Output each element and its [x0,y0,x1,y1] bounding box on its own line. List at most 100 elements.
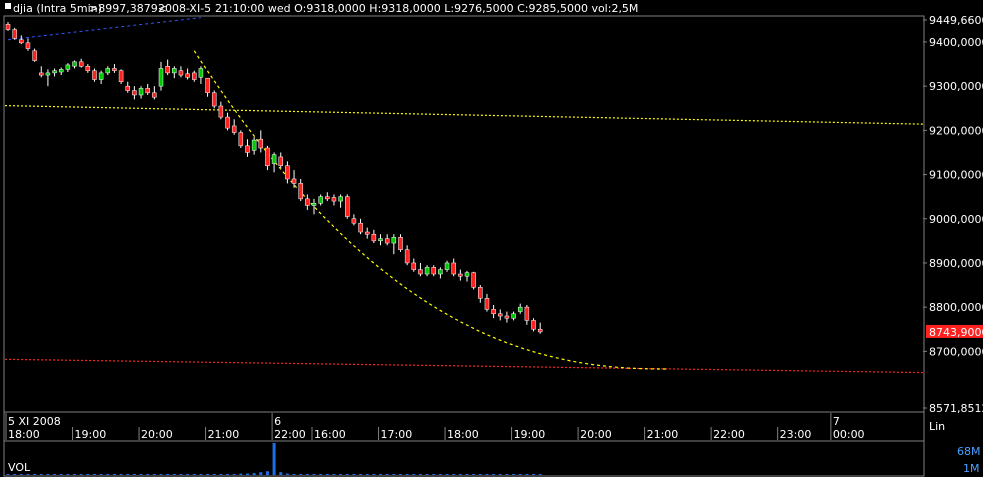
time-label: 22:00 [274,428,306,441]
volume-bar [472,474,476,475]
price-axis: 9449,6600 9400,0000 9300,0000 9200,0000 9100… [923,14,983,415]
volume-bar [152,474,156,475]
volume-bar [285,473,289,475]
volume-bar [139,474,143,475]
time-label: 17:00 [381,428,413,441]
scale-mode-label[interactable]: Lin [929,420,945,433]
volume-bar [146,474,150,475]
volume-bar [265,471,269,475]
time-label: 18:00 [8,428,40,441]
candle [32,50,37,61]
volume-bar [86,474,90,475]
candle [391,237,397,244]
candle [498,313,503,317]
volume-bar [438,474,442,475]
volume-bar [418,474,422,475]
candle [345,196,350,217]
volume-bar [518,474,522,475]
price-tick-label: 9449,6600 [929,14,983,27]
volume-bar [232,474,236,475]
volume-label: VOL [8,461,31,474]
volume-bar [359,474,363,475]
candle [118,70,124,82]
time-label: 21:00 [647,428,679,441]
volume-bar [199,474,203,475]
candle [85,66,91,71]
candle [185,73,190,78]
volume-bar [305,474,309,475]
volume-bar [259,472,263,475]
stock-chart[interactable]: djia (Intra 5min) >8997,3879< 2008-XI-5 … [0,0,983,477]
candle [158,68,164,87]
volume-bar [492,474,496,475]
decline-curve [193,50,667,370]
candle [511,313,516,319]
candle [39,72,44,76]
time-label: 20:00 [141,428,173,441]
time-label: 20:00 [580,428,612,441]
candle [478,287,483,299]
volume-bar [6,474,10,475]
candle [371,233,377,242]
volume-bar [332,474,336,475]
volume-bar [132,474,136,475]
volume-bar [13,474,17,475]
candle [537,329,543,333]
price-tick-label: 9400,0000 [929,36,983,49]
price-tick-label: 9200,0000 [929,124,983,137]
price-tick-label: 8800,0000 [929,301,983,314]
candle [105,68,111,74]
volume-bar [172,474,176,475]
candle [218,105,224,118]
volume-bar [239,473,243,475]
candle [165,66,170,74]
candle [265,147,270,166]
candle [484,298,490,310]
volume-bar [339,474,343,475]
volume-bar [92,474,96,475]
candles-layer [5,22,543,334]
candle [285,165,290,180]
volume-panel [3,440,925,477]
candle [504,315,510,319]
volume-min-label: 1M [963,462,980,475]
volume-bar [26,474,30,475]
volume-bar [299,474,303,475]
time-label: 22:00 [713,428,745,441]
candle [98,72,104,80]
candle [65,64,71,70]
candle [172,68,177,74]
volume-bar [405,474,409,475]
candle [418,269,423,275]
time-label: 16:00 [314,428,346,441]
volume-bar [372,474,376,475]
candle [198,68,204,78]
volume-bar [465,474,469,475]
candle [25,42,31,49]
volume-bar [272,443,276,475]
volume-bar [112,474,116,475]
candle [19,39,24,44]
support-line [4,104,924,125]
candle [152,92,157,98]
volume-bar [206,474,210,475]
candle [132,90,137,96]
volume-bar [226,474,230,475]
volume-bar [498,474,502,475]
candle [231,125,237,133]
volume-bar [73,474,77,475]
price-tick-label: 9100,0000 [929,169,983,182]
chart-menu-icon[interactable] [5,3,11,9]
volume-bar [352,474,356,475]
day-label: 7 [833,415,840,428]
candle [5,24,11,30]
volume-bar [538,474,542,475]
candle [211,92,217,107]
volume-bar [192,474,196,475]
candle [145,88,150,94]
volume-bar [365,474,369,475]
volume-bar [19,474,23,475]
volume-bar [458,474,462,475]
candle [52,70,57,74]
candle [245,145,250,153]
